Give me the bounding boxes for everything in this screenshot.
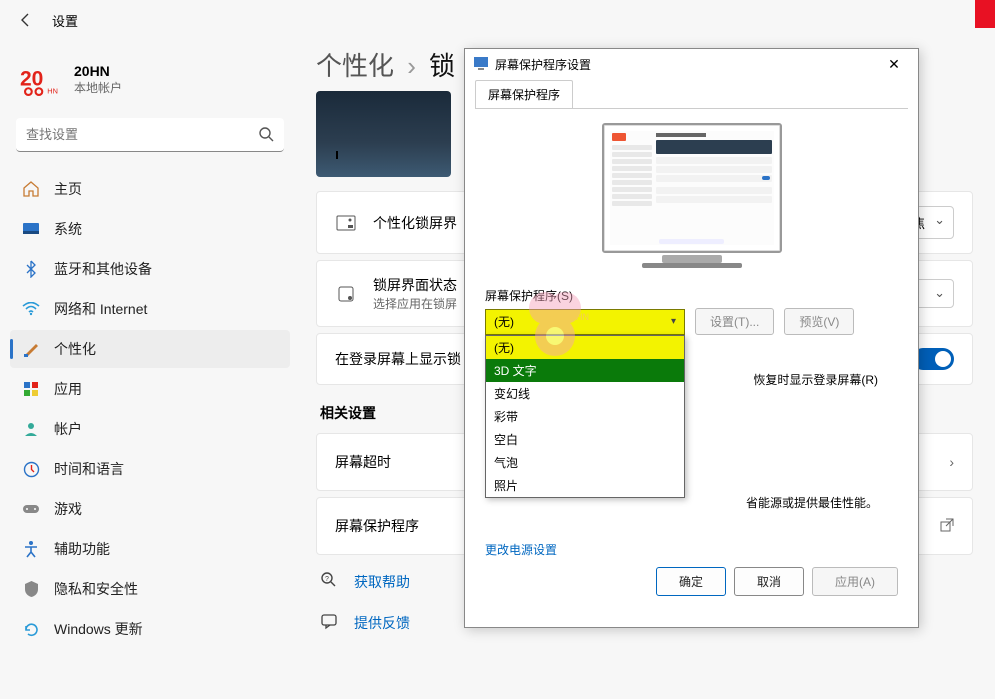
picture-icon <box>335 212 357 234</box>
nav-bluetooth[interactable]: 蓝牙和其他设备 <box>10 250 290 288</box>
nav-privacy[interactable]: 隐私和安全性 <box>10 570 290 608</box>
nav-label: 主页 <box>54 179 82 199</box>
breadcrumb-current: 锁 <box>429 51 455 81</box>
nav-label: 网络和 Internet <box>54 299 147 319</box>
nav-label: 游戏 <box>54 499 82 519</box>
apps-icon <box>22 380 40 398</box>
nav-time[interactable]: 时间和语言 <box>10 450 290 488</box>
svg-text:?: ? <box>325 576 329 583</box>
gamepad-icon <box>22 500 40 518</box>
nav-label: 蓝牙和其他设备 <box>54 259 152 279</box>
nav-personalize[interactable]: 个性化 <box>10 330 290 368</box>
nav-label: 应用 <box>54 379 82 399</box>
nav-label: 时间和语言 <box>54 459 124 479</box>
help-label: 获取帮助 <box>354 572 410 592</box>
bluetooth-icon <box>22 260 40 278</box>
nav-update[interactable]: Windows 更新 <box>10 610 290 648</box>
dialog-body: 屏幕保护程序(S) (无) ▾ (无) 3D 文字 变幻线 彩带 空白 气泡 照… <box>475 108 908 606</box>
nav-accounts[interactable]: 帐户 <box>10 410 290 448</box>
dialog-tab-screensaver[interactable]: 屏幕保护程序 <box>475 80 573 109</box>
dialog-tabs: 屏幕保护程序 <box>465 79 918 108</box>
nav-label: 隐私和安全性 <box>54 579 138 599</box>
nav-apps[interactable]: 应用 <box>10 370 290 408</box>
search-input[interactable] <box>16 118 284 152</box>
lockscreen-preview <box>316 91 451 177</box>
back-button[interactable] <box>8 2 44 38</box>
system-icon <box>22 220 40 238</box>
ok-button[interactable]: 确定 <box>656 567 726 596</box>
profile-name: 20HN <box>74 63 122 79</box>
screensaver-option-list: (无) 3D 文字 变幻线 彩带 空白 气泡 照片 <box>485 335 685 498</box>
apply-button[interactable]: 应用(A) <box>812 567 898 596</box>
option-none[interactable]: (无) <box>486 336 684 359</box>
profile-logo: 20 HN <box>20 58 62 100</box>
card-label: 在登录屏幕上显示锁 <box>335 349 461 369</box>
option-photos[interactable]: 照片 <box>486 474 684 497</box>
screensaver-section-label: 屏幕保护程序(S) <box>485 287 898 304</box>
clock-icon <box>22 460 40 478</box>
nav-label: 系统 <box>54 219 82 239</box>
card-label: 锁屏界面状态 <box>373 275 457 295</box>
chevron-down-icon: ▾ <box>671 316 676 327</box>
nav-label: 个性化 <box>54 339 96 359</box>
dialog-icon <box>473 56 489 72</box>
nav-label: Windows 更新 <box>54 619 143 639</box>
person-icon <box>22 420 40 438</box>
dialog-titlebar: 屏幕保护程序设置 ✕ <box>465 49 918 79</box>
nav-network[interactable]: 网络和 Internet <box>10 290 290 328</box>
row-label: 屏幕保护程序 <box>335 516 419 536</box>
option-bubbles[interactable]: 气泡 <box>486 451 684 474</box>
breadcrumb-sep: › <box>407 51 416 81</box>
power-management-box: 省能源或提供最佳性能。 更改电源设置 <box>485 494 898 558</box>
nav-label: 帐户 <box>54 419 82 439</box>
search-wrap <box>16 118 284 152</box>
window-close-stub <box>975 0 995 28</box>
chevron-right-icon: › <box>949 454 954 470</box>
dialog-footer: 确定 取消 应用(A) <box>656 567 898 596</box>
profile-block[interactable]: 20HN 20HN 本地帐户 <box>10 50 290 118</box>
wifi-icon <box>22 300 40 318</box>
nav-label: 辅助功能 <box>54 539 110 559</box>
monitor-preview <box>602 123 782 273</box>
option-mystify[interactable]: 变幻线 <box>486 382 684 405</box>
nav-accessibility[interactable]: 辅助功能 <box>10 530 290 568</box>
sidebar: 20HN 20HN 本地帐户 主页 系统 蓝牙和其他设备 网络和 Interne… <box>0 40 300 690</box>
screensaver-dialog: 屏幕保护程序设置 ✕ 屏幕保护程序 <box>464 48 919 628</box>
cancel-button[interactable]: 取消 <box>734 567 804 596</box>
help-icon: ? <box>320 571 340 592</box>
nav-home[interactable]: 主页 <box>10 170 290 208</box>
pm-link[interactable]: 更改电源设置 <box>485 541 557 558</box>
screensaver-select[interactable]: (无) ▾ (无) 3D 文字 变幻线 彩带 空白 气泡 照片 <box>485 309 685 335</box>
settings-button[interactable]: 设置(T)... <box>695 308 774 335</box>
help-label: 提供反馈 <box>354 613 410 633</box>
accessibility-icon <box>22 540 40 558</box>
nav-gaming[interactable]: 游戏 <box>10 490 290 528</box>
svg-text:20: 20 <box>20 67 43 90</box>
card-label: 个性化锁屏界 <box>373 213 457 233</box>
update-icon <box>22 620 40 638</box>
dialog-title: 屏幕保护程序设置 <box>495 56 591 73</box>
option-3d-text[interactable]: 3D 文字 <box>486 359 684 382</box>
home-icon <box>22 180 40 198</box>
profile-sub: 本地帐户 <box>74 79 122 96</box>
option-blank[interactable]: 空白 <box>486 428 684 451</box>
shield-icon <box>22 580 40 598</box>
screensaver-select-current[interactable]: (无) ▾ <box>485 309 685 335</box>
titlebar: 设置 <box>0 0 995 40</box>
option-ribbons[interactable]: 彩带 <box>486 405 684 428</box>
preview-button[interactable]: 预览(V) <box>784 308 854 335</box>
svg-text:HN: HN <box>47 87 58 96</box>
dialog-close-button[interactable]: ✕ <box>878 56 910 73</box>
window-title: 设置 <box>52 11 78 30</box>
card-sub: 选择应用在锁屏 <box>373 295 457 312</box>
brush-icon <box>22 340 40 358</box>
breadcrumb-parent[interactable]: 个性化 <box>316 51 394 81</box>
feedback-icon <box>320 612 340 633</box>
nav-system[interactable]: 系统 <box>10 210 290 248</box>
external-icon <box>940 518 954 535</box>
search-icon <box>258 126 274 147</box>
app-icon <box>335 283 357 305</box>
row-label: 屏幕超时 <box>335 452 391 472</box>
